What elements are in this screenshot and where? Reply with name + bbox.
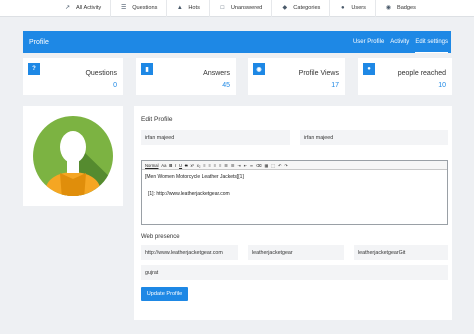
align-center-icon[interactable]: ≡ <box>209 163 211 168</box>
unlink-icon[interactable]: ⌫ <box>256 163 262 168</box>
link-icon[interactable]: ∞ <box>250 163 253 168</box>
redo-icon[interactable]: ↷ <box>284 163 288 168</box>
indent-icon[interactable]: ⇥ <box>237 163 241 168</box>
edit-profile-panel: Edit Profile irfan majeed irfan majeed N… <box>134 106 452 320</box>
badge-icon: ◉ <box>385 5 392 11</box>
nav-label: All Activity <box>76 5 102 11</box>
stat-label: Answers <box>203 70 230 77</box>
nav-users[interactable]: ● Users <box>330 0 376 17</box>
outdent-icon[interactable]: ⇤ <box>244 163 248 168</box>
bullet-list-icon[interactable]: ☰ <box>224 163 228 168</box>
nav-hots[interactable]: ▲ Hots <box>167 0 210 17</box>
format-dropdown[interactable]: Normal <box>145 163 159 168</box>
nav-label: Users <box>351 5 366 11</box>
github-field[interactable]: leatherjacketgearGit <box>354 245 448 260</box>
stat-label: Questions <box>85 70 117 77</box>
users-icon: ● <box>341 5 345 11</box>
align-right-icon[interactable]: ≡ <box>214 163 216 168</box>
stat-people-reached: ● people reached 10 <box>358 58 452 95</box>
stat-value: 10 <box>438 82 446 89</box>
tab-activity[interactable]: Activity <box>390 31 409 53</box>
nav-label: Categories <box>293 5 321 11</box>
align-justify-icon[interactable]: ≡ <box>219 163 221 168</box>
editor-line: [Men Women Motorcycle Leather Jackets][1… <box>145 174 244 180</box>
italic-icon[interactable]: I <box>175 163 176 168</box>
superscript-icon[interactable]: x² <box>190 163 194 168</box>
first-name-field[interactable]: irfan majeed <box>141 130 290 145</box>
profile-header: Profile User Profile Activity Edit setti… <box>23 31 451 53</box>
twitter-field[interactable]: leatherjacketgear <box>248 245 344 260</box>
nav-questions[interactable]: ☰ Questions <box>111 0 168 17</box>
editor-toolbar: Normal Aa B I U S x² x₂ ≡ ≡ ≡ ≡ ☰ ☰ ⇥ ⇤ … <box>142 161 447 170</box>
nav-unanswered[interactable]: □ Unanswered <box>210 0 273 17</box>
undo-icon[interactable]: ↶ <box>278 163 282 168</box>
top-navigation: ↗ All Activity ☰ Questions ▲ Hots □ Unan… <box>0 0 474 17</box>
comment-icon: ▮ <box>141 63 153 75</box>
stat-questions: ? Questions 0 <box>23 58 123 95</box>
update-profile-button[interactable]: Update Profile <box>141 287 188 301</box>
editor-line: [1]: http://www.leatherjacketgear.com <box>148 191 230 197</box>
nav-label: Questions <box>132 5 158 11</box>
stat-value: 45 <box>222 82 230 89</box>
flame-icon: ▲ <box>176 5 183 11</box>
stat-profile-views: ◉ Profile Views 17 <box>248 58 345 95</box>
nav-all-activity[interactable]: ↗ All Activity <box>55 0 112 17</box>
eye-icon: ◉ <box>253 63 265 75</box>
last-name-field[interactable]: irfan majeed <box>300 130 448 145</box>
website-field[interactable]: http://www.leatherjacketgear.com <box>141 245 238 260</box>
bold-icon[interactable]: B <box>169 163 172 168</box>
stat-value: 17 <box>331 82 339 89</box>
avatar-card <box>23 106 123 206</box>
question-icon: ? <box>28 63 40 75</box>
strikethrough-icon[interactable]: S <box>185 163 188 168</box>
nav-badges[interactable]: ◉ Badges <box>376 0 425 17</box>
profile-tabs: User Profile Activity Edit settings <box>347 31 451 53</box>
location-field[interactable]: gujrat <box>141 265 448 280</box>
number-list-icon[interactable]: ☰ <box>231 163 235 168</box>
profile-title: Profile <box>29 38 49 46</box>
align-left-icon[interactable]: ≡ <box>203 163 205 168</box>
subscript-icon[interactable]: x₂ <box>197 163 201 168</box>
about-editor: Normal Aa B I U S x² x₂ ≡ ≡ ≡ ≡ ☰ ☰ ⇥ ⇤ … <box>141 160 448 225</box>
tags-icon: ◆ <box>282 5 288 11</box>
doc-icon: □ <box>220 5 225 11</box>
nav-categories[interactable]: ◆ Categories <box>272 0 331 17</box>
tab-edit-settings[interactable]: Edit settings <box>415 31 448 53</box>
underline-icon[interactable]: U <box>179 163 182 168</box>
code-icon[interactable]: ⬚ <box>271 163 275 168</box>
chart-line-icon: ↗ <box>64 5 71 11</box>
nav-label: Badges <box>396 5 416 11</box>
edit-profile-heading: Edit Profile <box>141 116 173 123</box>
stat-label: Profile Views <box>298 70 339 77</box>
stat-label: people reached <box>397 70 446 77</box>
web-presence-heading: Web presence <box>141 234 180 240</box>
editor-content[interactable]: [Men Women Motorcycle Leather Jackets][1… <box>142 170 447 202</box>
nav-label: Unanswered <box>230 5 263 11</box>
tab-user-profile[interactable]: User Profile <box>353 31 384 53</box>
users-icon: ● <box>363 63 375 75</box>
stat-answers: ▮ Answers 45 <box>136 58 236 95</box>
stat-value: 0 <box>113 82 117 89</box>
nav-label: Hots <box>188 5 200 11</box>
list-icon: ☰ <box>120 5 127 11</box>
table-icon[interactable]: ▦ <box>265 163 269 168</box>
font-size-icon[interactable]: Aa <box>161 163 166 168</box>
avatar <box>33 116 113 196</box>
